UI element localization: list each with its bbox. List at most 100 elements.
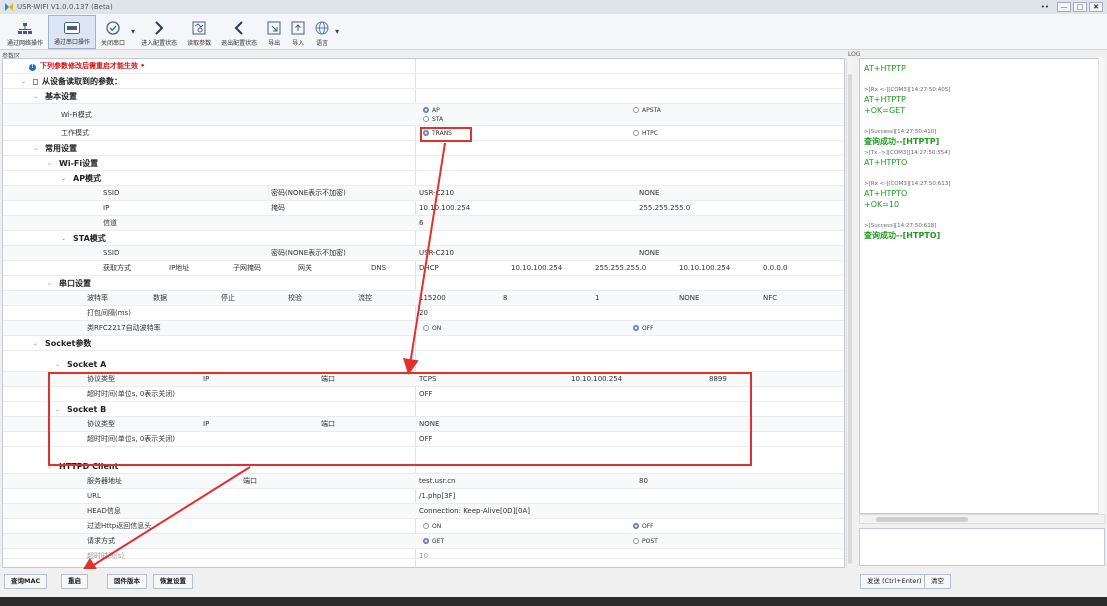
clear-button[interactable]: 清空 <box>924 574 951 589</box>
language-dropdown-icon[interactable]: ▾ <box>335 27 339 36</box>
filter-on-radio[interactable]: ON <box>423 519 441 534</box>
wifi-group-row[interactable]: ⌄ Wi-Fi设置 <box>3 156 844 171</box>
socket-group-row[interactable]: ⌄ Socket参数 <box>3 336 844 351</box>
socket-a-proto-value[interactable]: TCPS <box>419 372 436 387</box>
log-panel[interactable]: AT+HTPTP >[Rx <-][COM3][14:27:50:405] AT… <box>859 58 1105 514</box>
flow-value[interactable]: NFC <box>763 291 777 306</box>
socket-a-group-row[interactable]: ⌄ Socket A <box>3 357 844 372</box>
collapse-toggle-icon[interactable]: ⌄ <box>47 459 52 474</box>
main-scrollbar[interactable] <box>846 58 852 568</box>
collapse-toggle-icon[interactable]: ⌄ <box>55 402 60 417</box>
http-url-value[interactable]: /1.php[3F] <box>419 489 455 504</box>
collapse-toggle-icon[interactable]: ⌄ <box>47 276 52 291</box>
firmware-version-button[interactable]: 固件版本 <box>107 574 147 589</box>
socket-a-ip-value[interactable]: 10.10.100.254 <box>571 372 622 387</box>
parity-value[interactable]: NONE <box>679 291 699 306</box>
basic-group-row[interactable]: ⌄ 基本设置 <box>3 89 844 104</box>
collapse-toggle-icon[interactable]: ⌄ <box>21 74 26 89</box>
stop-label: 停止 <box>221 294 235 302</box>
http-head-label: HEAD信息 <box>87 507 121 515</box>
httpd-group-row[interactable]: ⌄ HTTPD Client <box>3 459 844 474</box>
log-scrollbar[interactable] <box>1098 58 1105 514</box>
baud-value[interactable]: 115200 <box>419 291 446 306</box>
scrollbar-thumb[interactable] <box>848 74 852 564</box>
radio-trans[interactable]: TRANS <box>423 126 452 141</box>
send-input[interactable] <box>859 528 1105 566</box>
sta-get-value[interactable]: DHCP <box>419 261 439 276</box>
socket-b-timeout-value[interactable]: OFF <box>419 432 433 447</box>
method-post-radio[interactable]: POST <box>633 534 658 549</box>
network-mode-button[interactable]: 通过网络操作 <box>2 15 48 49</box>
maximize-button[interactable]: □ <box>1073 2 1087 12</box>
ap-ip-value[interactable]: 10.10.100.254 <box>419 201 470 216</box>
data-value[interactable]: 8 <box>503 291 507 306</box>
dropdown-arrow-icon[interactable]: ▾ <box>131 27 135 36</box>
http-server-value[interactable]: test.usr.cn <box>419 474 456 489</box>
close-port-button[interactable]: 关闭串口 <box>96 15 130 49</box>
root-cell: 从设备读取到的参数： <box>33 74 122 89</box>
window-extra[interactable]: •• <box>1041 3 1049 11</box>
ap-pwd-value[interactable]: NONE <box>639 186 659 201</box>
method-get-radio[interactable]: GET <box>423 534 444 549</box>
collapse-toggle-icon[interactable]: ⌄ <box>47 156 52 171</box>
collapse-toggle-icon[interactable]: ⌄ <box>61 171 66 186</box>
sta-mask-value[interactable]: 255.255.255.0 <box>595 261 646 276</box>
rfc-on-radio[interactable]: ON <box>423 321 441 336</box>
common-group-row[interactable]: ⌄ 常用设置 <box>3 141 844 156</box>
app-logo-icon <box>5 3 13 11</box>
ap-ssid-value[interactable]: USR-C210 <box>419 186 454 201</box>
radio-sta[interactable]: STA <box>423 114 443 125</box>
sta-ip-value[interactable]: 10.10.100.254 <box>511 261 562 276</box>
query-mac-button[interactable]: 查询MAC <box>4 574 48 589</box>
http-port-value[interactable]: 80 <box>639 474 648 489</box>
sta-ssid-value[interactable]: USR-C210 <box>419 246 454 261</box>
wifi-mode-row: Wi-Fi模式 AP STA APSTA <box>3 104 844 126</box>
export-button[interactable]: 导出 <box>262 15 286 49</box>
root-group-row[interactable]: ⌄ 从设备读取到的参数： <box>3 74 844 89</box>
log-hscrollbar[interactable] <box>859 514 1105 524</box>
sta-pwd-value[interactable]: NONE <box>639 246 659 261</box>
filter-off-radio[interactable]: OFF <box>633 519 654 534</box>
import-button[interactable]: 导入 <box>286 15 310 49</box>
language-button[interactable]: 语言 <box>310 15 334 49</box>
minimize-button[interactable]: — <box>1057 2 1071 12</box>
collapse-toggle-icon[interactable]: ⌄ <box>33 336 38 351</box>
collapse-toggle-icon[interactable]: ⌄ <box>33 89 38 104</box>
export-icon <box>267 21 281 35</box>
enter-config-icon <box>155 21 164 35</box>
radio-htpc[interactable]: HTPC <box>633 126 658 141</box>
restore-settings-button[interactable]: 恢复设置 <box>153 574 193 589</box>
collapse-toggle-icon[interactable]: ⌄ <box>33 141 38 156</box>
socket-a-timeout-value[interactable]: OFF <box>419 387 433 402</box>
sta-gw-value[interactable]: 10.10.100.254 <box>679 261 730 276</box>
ap-mask-value[interactable]: 255.255.255.0 <box>639 201 690 216</box>
scrollbar-thumb[interactable] <box>876 517 968 522</box>
http-partial-value[interactable]: 10 <box>419 549 428 559</box>
close-button[interactable]: ✖ <box>1089 2 1103 12</box>
ap-channel-value[interactable]: 6 <box>419 216 423 231</box>
socket-a-port-value[interactable]: 8899 <box>709 372 727 387</box>
serial-group-row[interactable]: ⌄ 串口设置 <box>3 276 844 291</box>
log-line: 查询成功--[HTPTP] <box>864 137 940 146</box>
rfc-off-radio[interactable]: OFF <box>633 321 654 336</box>
socket-b-proto-value[interactable]: NONE <box>419 417 439 432</box>
sta-dns-value[interactable]: 0.0.0.0 <box>763 261 788 276</box>
enter-config-button[interactable]: 进入配置状态 <box>136 15 182 49</box>
socket-b-group-row[interactable]: ⌄ Socket B <box>3 402 844 417</box>
collapse-toggle-icon[interactable]: ⌄ <box>55 357 60 372</box>
read-params-button[interactable]: 读取参数 <box>182 15 216 49</box>
stop-value[interactable]: 1 <box>595 291 599 306</box>
document-icon <box>33 79 38 85</box>
sta-group-row[interactable]: ⌄ STA模式 <box>3 231 844 246</box>
radio-apsta[interactable]: APSTA <box>633 105 661 116</box>
ap-group-row[interactable]: ⌄ AP模式 <box>3 171 844 186</box>
send-button[interactable]: 发送 (Ctrl+Enter) <box>860 574 929 589</box>
pack-value[interactable]: 20 <box>419 306 428 321</box>
serial-mode-button[interactable]: 通过串口操作 <box>48 15 97 49</box>
sta-mode-label: STA模式 <box>73 234 106 243</box>
restart-button[interactable]: 重启 <box>61 574 88 589</box>
http-head-value[interactable]: Connection: Keep-Alive[0D][0A] <box>419 504 530 519</box>
log-entry: >[Success][14:27:50:410] 查询成功--[HTPTP] <box>864 128 1100 147</box>
collapse-toggle-icon[interactable]: ⌄ <box>61 231 66 246</box>
exit-config-button[interactable]: 退出配置状态 <box>216 15 262 49</box>
